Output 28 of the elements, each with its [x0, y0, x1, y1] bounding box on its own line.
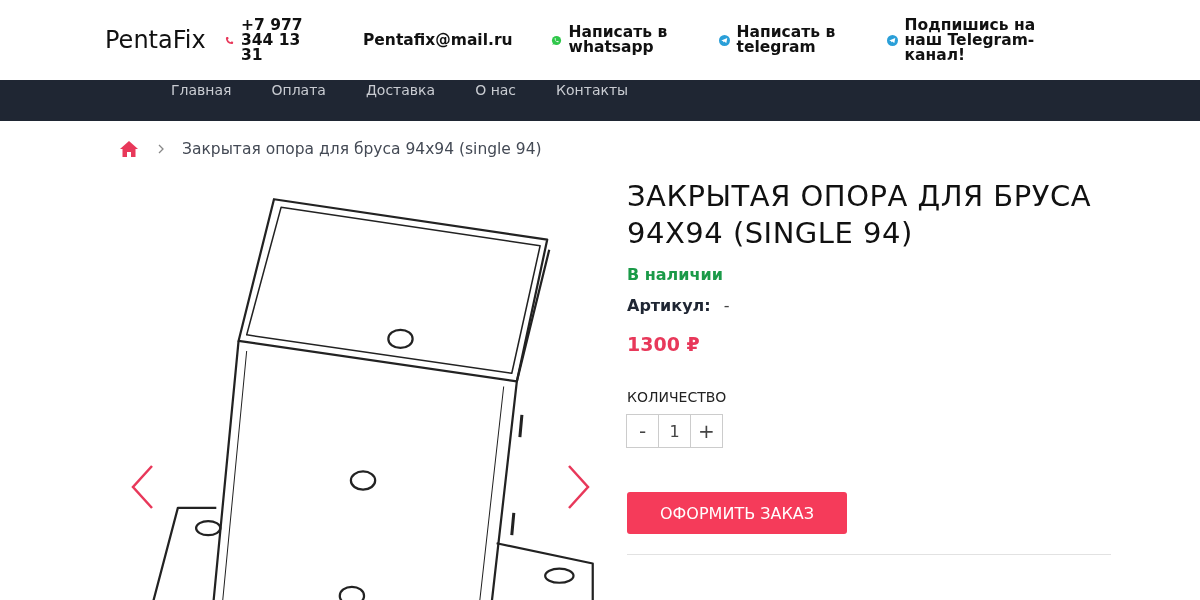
breadcrumb-current: Закрытая опора для бруса 94х94 (single 94) [182, 140, 542, 158]
phone-icon [225, 35, 234, 45]
home-icon[interactable] [120, 141, 138, 157]
product-title: ЗАКРЫТАЯ ОПОРА ДЛЯ БРУСА 94Х94 (SINGLE 94) [627, 178, 1092, 252]
availability-status: В наличии [627, 265, 724, 284]
sku-label: Артикул: [627, 296, 711, 315]
sku-value: - [723, 296, 730, 315]
email-link[interactable]: Pentafix@mail.ru [363, 31, 513, 49]
increase-button[interactable]: + [690, 414, 723, 448]
contact-link[interactable]: Написать в whatsapp [568, 25, 681, 55]
phone-number[interactable]: +7 977 344 13 31 [241, 17, 321, 63]
contact-link[interactable]: Написать в telegram [736, 25, 847, 55]
site-logo[interactable]: PentaFix [105, 26, 225, 54]
nav-link[interactable]: О нас [475, 81, 517, 99]
contact-link[interactable]: Подпишись на наш Telegram-канал! [904, 17, 1050, 63]
nav-link[interactable]: Контакты [556, 81, 629, 99]
quantity-label: КОЛИЧЕСТВО [627, 389, 728, 405]
product-price: 1300 ₽ [627, 333, 701, 355]
nav-link[interactable]: Оплата [271, 81, 326, 99]
telegram-icon [886, 34, 898, 46]
whatsapp-icon [550, 34, 562, 46]
nav-link[interactable]: Главная [171, 81, 232, 99]
decrease-button[interactable]: - [626, 414, 659, 448]
quantity-field[interactable]: 1 [658, 414, 691, 448]
telegram-icon [718, 34, 730, 46]
order-button[interactable]: ОФОРМИТЬ ЗАКАЗ [627, 492, 847, 534]
nav-link[interactable]: Доставка [365, 81, 436, 99]
chevron-icon [158, 144, 164, 154]
